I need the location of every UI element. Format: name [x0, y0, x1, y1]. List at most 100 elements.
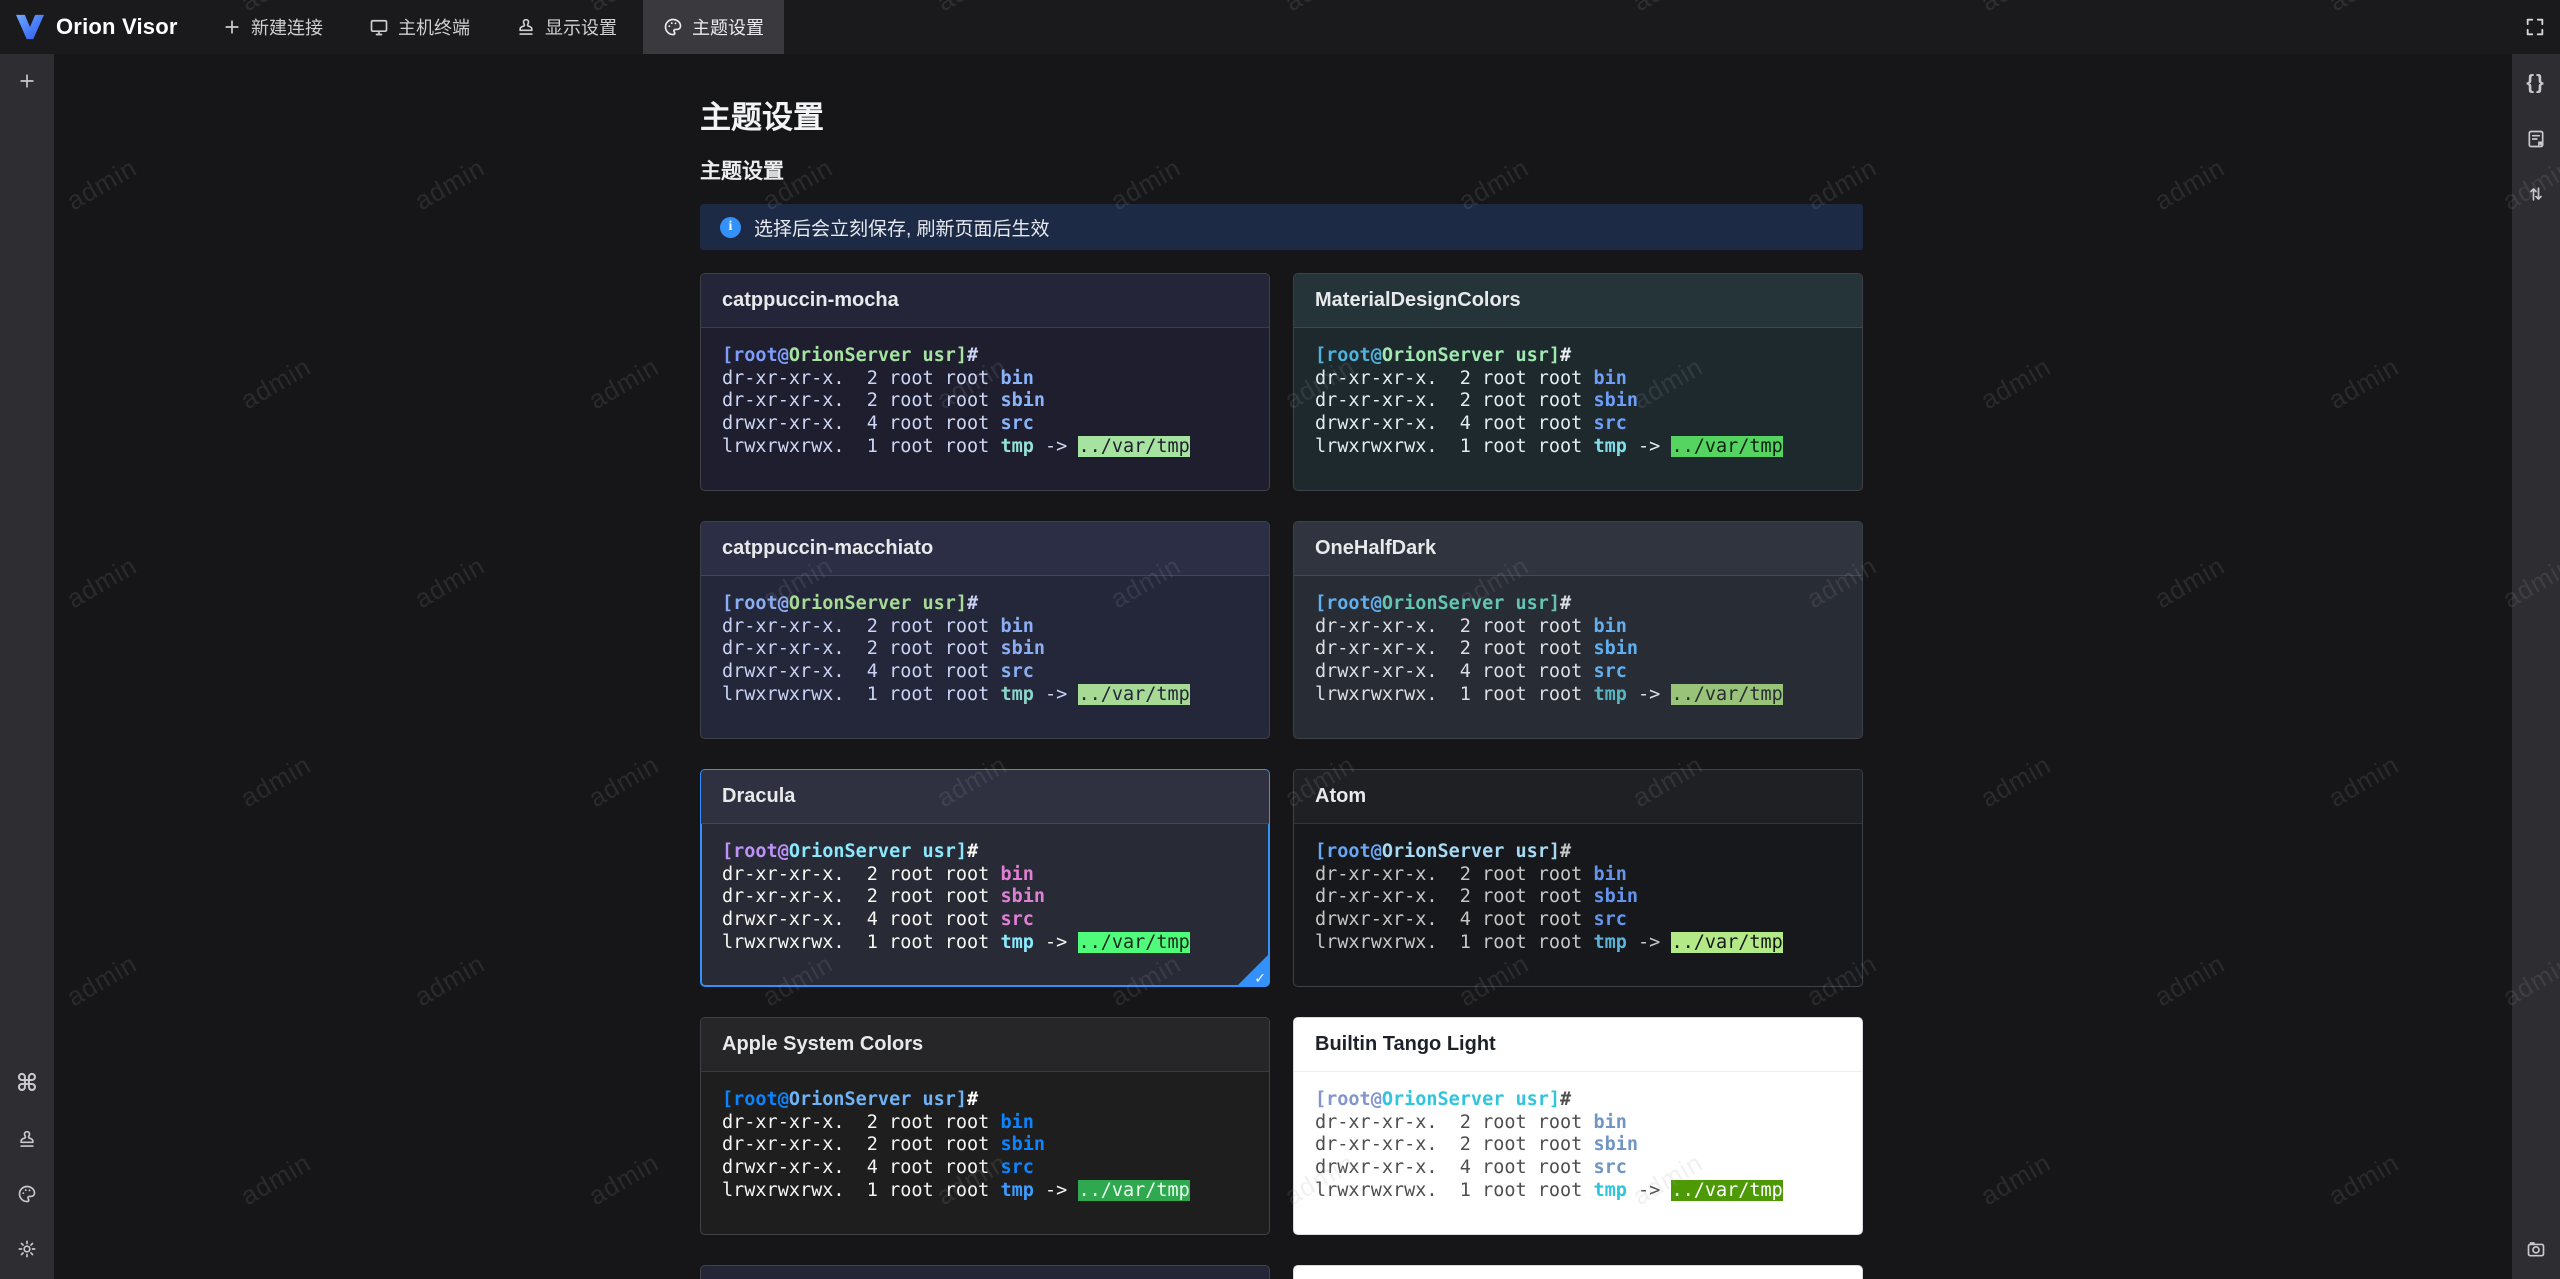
terminal-line: dr-xr-xr-x. 2 root root sbin [1315, 390, 1639, 412]
right-sidebar: {} [2512, 54, 2560, 1279]
terminal-line: lrwxrwxrwx. 1 root root tmp -> ../var/tm… [722, 1179, 1190, 1201]
tab-display-settings[interactable]: 显示设置 [496, 0, 637, 54]
terminal-line: dr-xr-xr-x. 2 root root bin [1315, 367, 1627, 389]
theme-card-onehalfdark[interactable]: OneHalfDark [root@OrionServer usr]# dr-xr-… [1293, 521, 1863, 739]
tab-new-connection[interactable]: 新建连接 [202, 0, 343, 54]
terminal-line: dr-xr-xr-x. 2 root root sbin [722, 1134, 1046, 1156]
terminal-line: dr-xr-xr-x. 2 root root sbin [1315, 886, 1639, 908]
top-bar: Orion Visor 新建连接 主机终端 显示设置 主题设置 [0, 0, 2560, 54]
terminal-preview: [root@OrionServer usr]# dr-xr-xr-x. 2 roo… [1294, 328, 1862, 459]
terminal-preview: [root@OrionServer usr]# dr-xr-xr-x. 2 roo… [701, 328, 1269, 459]
theme-card-title: MaterialDesignColors [1294, 274, 1862, 328]
terminal-preview: [root@OrionServer usr]# dr-xr-xr-x. 2 roo… [701, 1072, 1269, 1203]
terminal-line: dr-xr-xr-x. 2 root root bin [1315, 1111, 1627, 1133]
palette-icon [663, 17, 683, 37]
terminal-line: drwxr-xr-x. 4 root root src [722, 1157, 1034, 1179]
terminal-preview: [root@OrionServer usr]# dr-xr-xr-x. 2 roo… [701, 576, 1269, 707]
terminal-line: [root@OrionServer usr]# [722, 593, 979, 614]
theme-card-partial[interactable] [1293, 1265, 1863, 1279]
terminal-line: dr-xr-xr-x. 2 root root sbin [1315, 1134, 1639, 1156]
terminal-preview: [root@OrionServer usr]# dr-xr-xr-x. 2 roo… [701, 824, 1269, 955]
terminal-line: dr-xr-xr-x. 2 root root bin [1315, 615, 1627, 637]
monitor-icon [369, 17, 389, 37]
logo-icon [16, 14, 44, 40]
terminal-line: drwxr-xr-x. 4 root root src [1315, 413, 1627, 435]
tab-host-terminal[interactable]: 主机终端 [349, 0, 490, 54]
theme-card-apple-system-colors[interactable]: Apple System Colors [root@OrionServer usr… [700, 1017, 1270, 1235]
main-content: 主题设置 主题设置 i 选择后会立刻保存, 刷新页面后生效 catppuccin… [54, 54, 2512, 1279]
plus-icon [222, 17, 242, 37]
theme-card-atom[interactable]: Atom [root@OrionServer usr]# dr-xr-xr-x. 2… [1293, 769, 1863, 987]
check-icon: ✓ [1254, 970, 1266, 986]
terminal-line: lrwxrwxrwx. 1 root root tmp -> ../var/tm… [722, 931, 1190, 953]
terminal-line: lrwxrwxrwx. 1 root root tmp -> ../var/tm… [1315, 683, 1783, 705]
rail-settings-icon[interactable] [12, 1234, 42, 1264]
terminal-line: dr-xr-xr-x. 2 root root sbin [722, 886, 1046, 908]
app-window: Orion Visor 新建连接 主机终端 显示设置 主题设置 ⌘ {} 主题设置 主… [0, 0, 2560, 1279]
theme-card-title: OneHalfDark [1294, 522, 1862, 576]
tab-label: 新建连接 [251, 18, 323, 38]
theme-card-catppuccin-macchiato[interactable]: catppuccin-macchiato [root@OrionServer us… [700, 521, 1270, 739]
rail-camera-icon[interactable] [2521, 1234, 2551, 1264]
terminal-line: [root@OrionServer usr]# [722, 841, 979, 862]
app-title: Orion Visor [56, 14, 178, 39]
terminal-line: dr-xr-xr-x. 2 root root bin [722, 367, 1034, 389]
terminal-preview: [root@OrionServer usr]# dr-xr-xr-x. 2 roo… [1294, 576, 1862, 707]
terminal-line: dr-xr-xr-x. 2 root root sbin [1315, 638, 1639, 660]
tab-theme-settings[interactable]: 主题设置 [643, 0, 784, 54]
terminal-line: [root@OrionServer usr]# [722, 1089, 979, 1110]
info-banner: i 选择后会立刻保存, 刷新页面后生效 [700, 204, 1863, 250]
rail-new-icon[interactable] [12, 66, 42, 96]
stamp-icon [516, 17, 536, 37]
theme-card-title: Apple System Colors [701, 1018, 1269, 1072]
terminal-line: lrwxrwxrwx. 1 root root tmp -> ../var/tm… [1315, 435, 1783, 457]
theme-card-title: Builtin Tango Light [1294, 1018, 1862, 1072]
terminal-line: drwxr-xr-x. 4 root root src [722, 661, 1034, 683]
terminal-line: [root@OrionServer usr]# [1315, 1089, 1572, 1110]
terminal-line: lrwxrwxrwx. 1 root root tmp -> ../var/tm… [1315, 931, 1783, 953]
terminal-line: dr-xr-xr-x. 2 root root bin [1315, 863, 1627, 885]
terminal-line: drwxr-xr-x. 4 root root src [1315, 1157, 1627, 1179]
terminal-line: [root@OrionServer usr]# [1315, 593, 1572, 614]
terminal-line: dr-xr-xr-x. 2 root root bin [722, 1111, 1034, 1133]
tab-bar: 新建连接 主机终端 显示设置 主题设置 [202, 0, 790, 54]
rail-display-settings-icon[interactable] [12, 1124, 42, 1154]
terminal-line: drwxr-xr-x. 4 root root src [1315, 661, 1627, 683]
terminal-line: dr-xr-xr-x. 2 root root sbin [722, 638, 1046, 660]
theme-card-builtin-tango-light[interactable]: Builtin Tango Light [root@OrionServer usr… [1293, 1017, 1863, 1235]
terminal-line: dr-xr-xr-x. 2 root root bin [722, 615, 1034, 637]
terminal-line: [root@OrionServer usr]# [1315, 841, 1572, 862]
theme-grid: catppuccin-mocha [root@OrionServer usr]# d… [700, 273, 1863, 1279]
terminal-line: lrwxrwxrwx. 1 root root tmp -> ../var/tm… [722, 683, 1190, 705]
terminal-line: drwxr-xr-x. 4 root root src [722, 413, 1034, 435]
fullscreen-icon[interactable] [2521, 13, 2549, 41]
page-title: 主题设置 [700, 100, 824, 135]
tab-label: 显示设置 [545, 18, 617, 38]
theme-card-title: catppuccin-mocha [701, 274, 1269, 328]
tab-label: 主机终端 [398, 18, 470, 38]
terminal-line: lrwxrwxrwx. 1 root root tmp -> ../var/tm… [1315, 1179, 1783, 1201]
terminal-line: dr-xr-xr-x. 2 root root bin [722, 863, 1034, 885]
theme-card-title: Atom [1294, 770, 1862, 824]
tab-label: 主题设置 [692, 18, 764, 38]
terminal-line: [root@OrionServer usr]# [1315, 345, 1572, 366]
terminal-line: dr-xr-xr-x. 2 root root sbin [722, 390, 1046, 412]
theme-card-dracula[interactable]: Dracula [root@OrionServer usr]# dr-xr-xr-x… [700, 769, 1270, 987]
info-banner-text: 选择后会立刻保存, 刷新页面后生效 [754, 218, 1050, 240]
rail-braces-icon[interactable]: {} [2521, 68, 2551, 98]
info-icon: i [720, 216, 741, 238]
section-title: 主题设置 [700, 160, 784, 183]
theme-card-title: catppuccin-macchiato [701, 522, 1269, 576]
terminal-line: drwxr-xr-x. 4 root root src [1315, 909, 1627, 931]
rail-theme-icon[interactable] [12, 1179, 42, 1209]
app-logo: Orion Visor [14, 0, 178, 54]
theme-card-catppuccin-mocha[interactable]: catppuccin-mocha [root@OrionServer usr]# d… [700, 273, 1270, 491]
rail-command-icon[interactable]: ⌘ [12, 1069, 42, 1099]
terminal-line: drwxr-xr-x. 4 root root src [722, 909, 1034, 931]
terminal-line: lrwxrwxrwx. 1 root root tmp -> ../var/tm… [722, 435, 1190, 457]
rail-sort-icon[interactable] [2521, 179, 2551, 209]
rail-doc-icon[interactable] [2521, 124, 2551, 154]
theme-card-materialdesigncolors[interactable]: MaterialDesignColors [root@OrionServer us… [1293, 273, 1863, 491]
theme-card-partial[interactable] [700, 1265, 1270, 1279]
theme-card-title: Dracula [701, 770, 1269, 824]
